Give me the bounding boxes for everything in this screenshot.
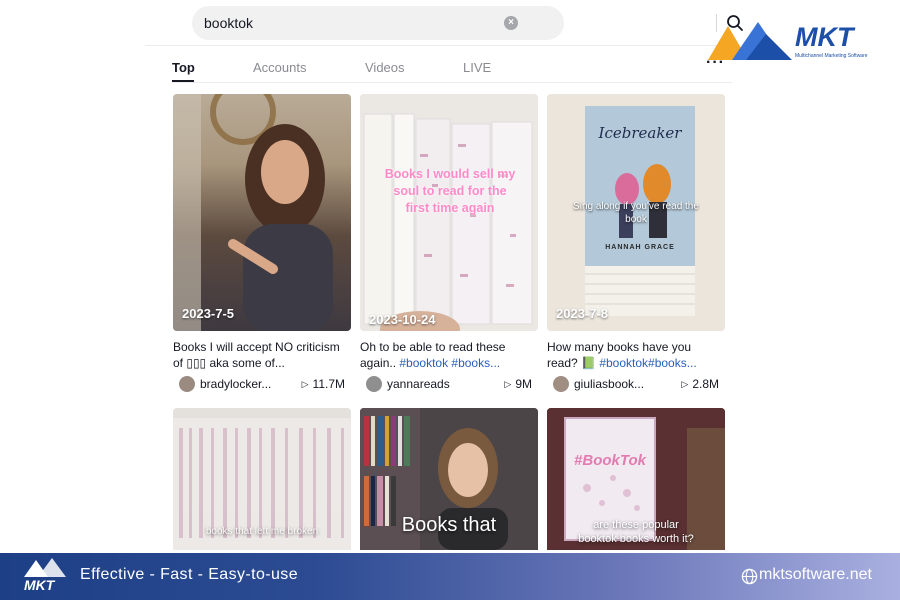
book-title: Icebreaker [598, 124, 682, 142]
brand-logo: MKT Multichannel Marketing Software [706, 16, 886, 64]
logo-mountains-icon [24, 558, 66, 577]
username[interactable]: yannareads [387, 377, 504, 391]
video-thumbnail[interactable]: 2023-7-5 [173, 94, 351, 331]
video-caption[interactable]: Books I will accept NO criticism of ▯▯▯ … [173, 339, 351, 371]
video-overlay-text: are these popular booktok books worth it… [578, 519, 694, 545]
video-date: 2023-10-24 [369, 312, 436, 327]
avatar[interactable] [366, 376, 382, 392]
video-caption[interactable]: How many books have you read? 📗 #booktok… [547, 339, 725, 371]
video-overlay-text: Books that [401, 514, 497, 536]
search-input[interactable]: booktok [204, 15, 253, 31]
clear-icon[interactable]: × [504, 16, 518, 30]
video-date: 2023-7-5 [182, 306, 235, 321]
video-thumbnail[interactable]: books that left me broken [173, 408, 351, 550]
globe-icon [741, 568, 758, 585]
video-card[interactable]: Icebreaker Sing along if you've read the… [547, 94, 725, 393]
view-count: 11.7M [312, 377, 345, 391]
logo-text: MKT [795, 22, 854, 52]
video-overlay-text: books that left me broken [205, 526, 319, 537]
tab-videos[interactable]: Videos [365, 60, 405, 75]
username[interactable]: giuliasbook... [574, 377, 681, 391]
header-divider [145, 45, 735, 46]
caption-hashtags[interactable]: #booktok#books... [599, 356, 696, 370]
tab-live[interactable]: LIVE [463, 60, 491, 75]
video-date: 2023-7-8 [556, 306, 609, 321]
view-count: 9M [515, 377, 532, 391]
logo-mountains-icon [708, 22, 792, 60]
video-thumbnail[interactable]: #BookTok are these popular booktok books… [547, 408, 725, 550]
search-tabs: Top Accounts Videos LIVE ··· [172, 54, 732, 82]
tabs-divider [172, 82, 732, 83]
username[interactable]: bradylocker... [200, 377, 302, 391]
video-thumbnail[interactable]: Books I would sell my soul to read for t… [360, 94, 538, 331]
avatar[interactable] [553, 376, 569, 392]
person-image [173, 94, 333, 331]
video-meta: bradylocker... ▷ 11.7M [173, 375, 351, 393]
tab-accounts[interactable]: Accounts [253, 60, 306, 75]
video-card[interactable]: 2023-7-5 Books I will accept NO criticis… [173, 94, 351, 393]
video-caption[interactable]: Oh to be able to read these again.. #boo… [360, 339, 538, 371]
caption-hashtags[interactable]: #booktok #books... [399, 356, 500, 370]
video-thumbnail[interactable]: Icebreaker Sing along if you've read the… [547, 94, 725, 331]
search-bar[interactable]: booktok × [192, 6, 743, 40]
view-count: 2.8M [692, 377, 719, 391]
footer-logo-text: MKT [24, 577, 55, 593]
video-thumbnail[interactable]: Books that [360, 408, 538, 550]
play-icon: ▷ [681, 378, 689, 389]
footer-logo: MKT [22, 557, 74, 597]
video-overlay-text: Books I would sell my soul to read for t… [384, 167, 516, 215]
video-meta: giuliasbook... ▷ 2.8M [547, 375, 725, 393]
tab-top[interactable]: Top [172, 60, 195, 75]
footer-tagline: Effective - Fast - Easy-to-use [80, 566, 298, 583]
video-overlay-text: Sing along if you've read the book [573, 201, 699, 225]
logo-subtitle: Multichannel Marketing Software [795, 53, 868, 59]
footer-banner: MKT Effective - Fast - Easy-to-use mktso… [0, 553, 900, 600]
footer-website-link[interactable]: mktsoftware.net [759, 566, 872, 584]
play-icon: ▷ [504, 378, 512, 389]
video-card[interactable]: Books I would sell my soul to read for t… [360, 94, 538, 393]
play-icon: ▷ [301, 378, 309, 389]
avatar[interactable] [179, 376, 195, 392]
sign-text: #BookTok [574, 452, 646, 469]
video-meta: yannareads ▷ 9M [360, 375, 538, 393]
book-author: HANNAH GRACE [605, 244, 675, 251]
